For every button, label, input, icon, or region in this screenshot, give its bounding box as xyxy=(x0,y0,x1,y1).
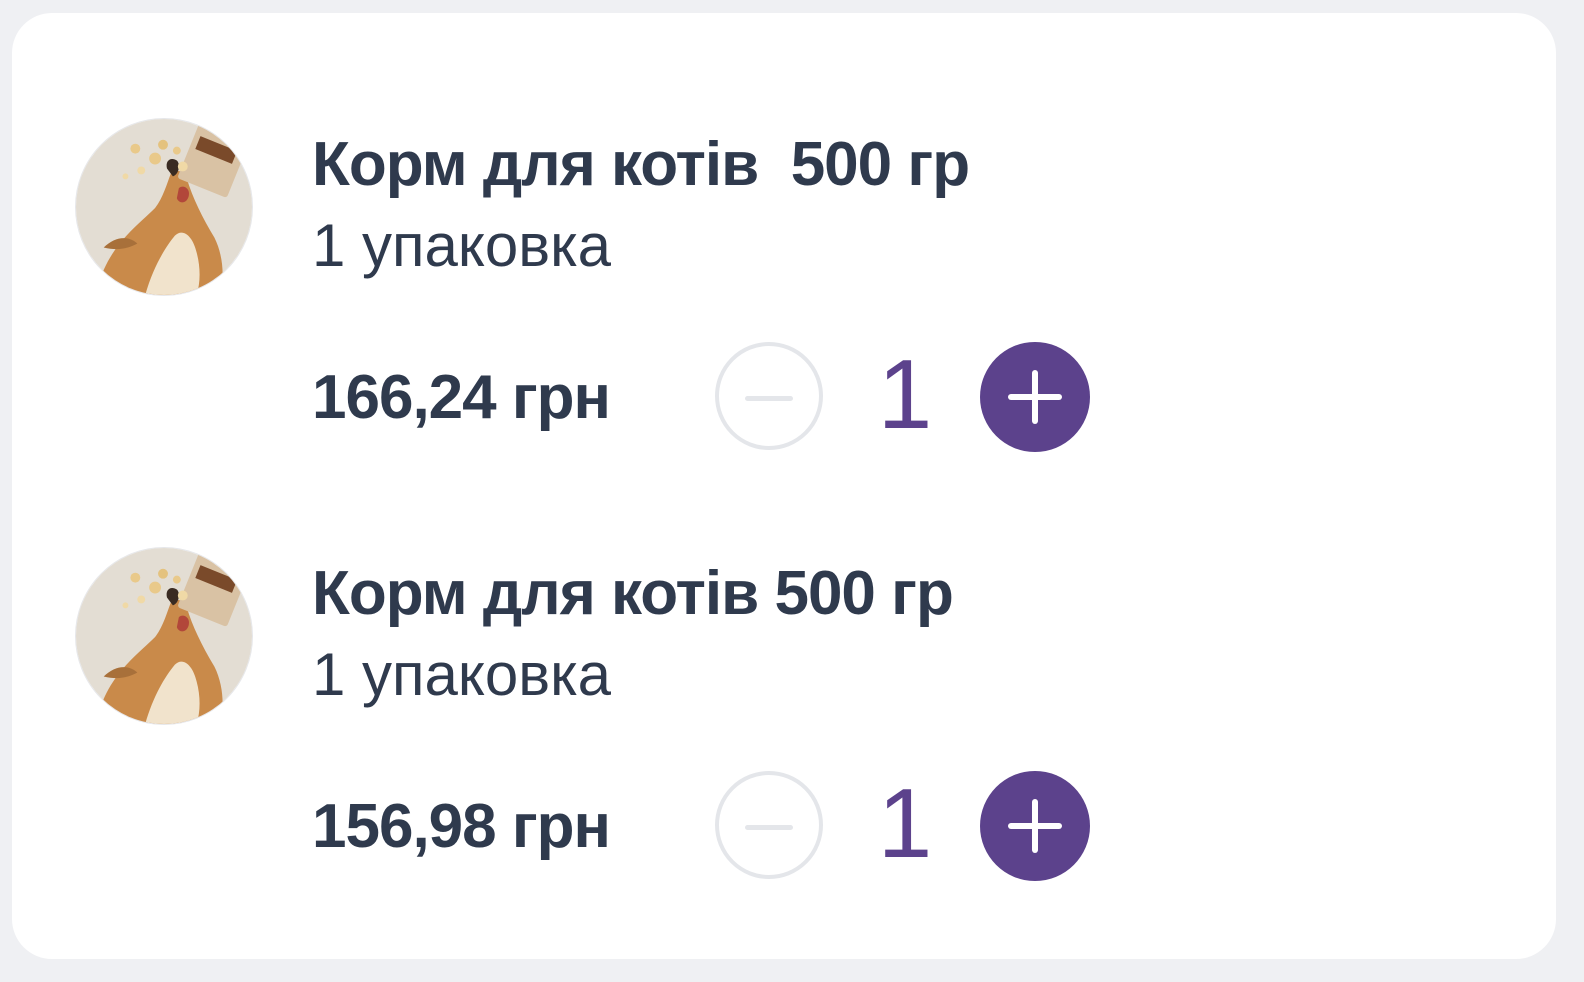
increase-quantity-button[interactable] xyxy=(980,342,1090,452)
product-image xyxy=(75,118,253,296)
quantity-value: 1 xyxy=(877,768,933,878)
product-image xyxy=(75,547,253,725)
increase-quantity-button[interactable] xyxy=(980,771,1090,881)
minus-icon xyxy=(745,825,793,830)
dog-food-photo-icon xyxy=(76,119,252,295)
product-title: Корм для котів 500 гр xyxy=(312,559,954,628)
product-package: 1 упаковка xyxy=(312,212,612,279)
page-background: Корм для котів 500 гр 1 упаковка 166,24 … xyxy=(0,0,1584,982)
dog-food-photo-icon xyxy=(76,548,252,724)
product-price: 166,24 грн xyxy=(312,363,611,432)
minus-icon xyxy=(745,396,793,401)
decrease-quantity-button[interactable] xyxy=(715,342,823,450)
decrease-quantity-button[interactable] xyxy=(715,771,823,879)
product-title: Корм для котів 500 гр xyxy=(312,130,970,199)
cart-item: Корм для котів 500 гр 1 упаковка 156,98 … xyxy=(12,545,1556,885)
quantity-value: 1 xyxy=(877,339,933,449)
cart-item: Корм для котів 500 гр 1 упаковка 166,24 … xyxy=(12,116,1556,456)
product-price: 156,98 грн xyxy=(312,792,611,861)
product-package: 1 упаковка xyxy=(312,641,612,708)
cart-card: Корм для котів 500 гр 1 упаковка 166,24 … xyxy=(12,13,1556,959)
